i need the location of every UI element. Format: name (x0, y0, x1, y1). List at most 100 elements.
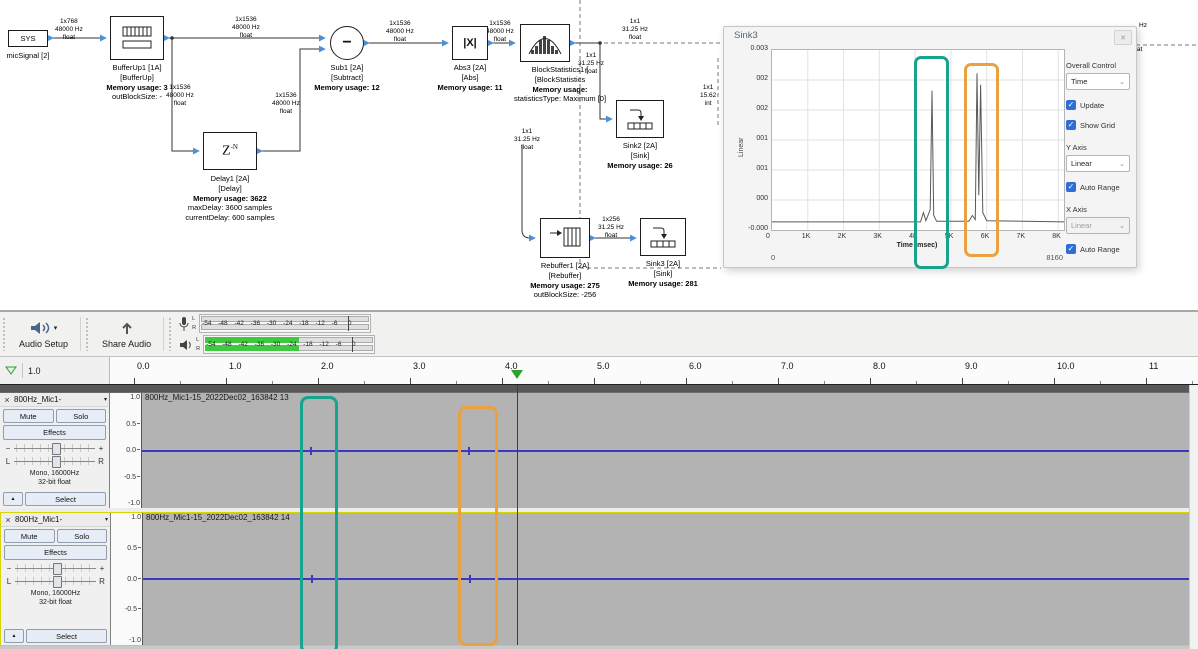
recording-meter-bars[interactable]: -54-48-42-36-30-24-18-12-60 (199, 314, 371, 333)
delay-block[interactable]: Z-N (203, 132, 257, 170)
playback-meter-bars[interactable]: -54-48-42-36-30-24-18-12-60 (203, 335, 375, 354)
checkbox-checked-icon: ✓ (1066, 244, 1076, 254)
sink3-block[interactable] (640, 218, 686, 256)
x-auto-range-checkbox[interactable]: ✓ Auto Range (1066, 244, 1130, 254)
x-axis-section-label: X Axis (1066, 205, 1130, 214)
toolbar-grip[interactable] (168, 317, 173, 351)
track-format-info: Mono, 16000Hz 32-bit float (0, 469, 109, 488)
gain-plus-label: + (98, 444, 104, 453)
x-scale-select[interactable]: Linear ⌄ (1066, 217, 1130, 234)
bufferup-icon (120, 24, 154, 52)
timeline-left-label: 1.0 (28, 366, 41, 376)
gain-slider-thumb[interactable] (52, 443, 61, 455)
toolbar-grip[interactable] (2, 317, 7, 351)
toolbar-grip[interactable] (85, 317, 90, 351)
meter-scale-label: -42 (238, 341, 247, 348)
show-grid-checkbox[interactable]: ✓ Show Grid (1066, 120, 1130, 130)
pan-slider[interactable]: L R (6, 576, 105, 586)
y-auto-range-checkbox[interactable]: ✓ Auto Range (1066, 182, 1130, 192)
pan-slider-thumb[interactable] (52, 456, 61, 468)
effects-button[interactable]: Effects (3, 425, 106, 440)
track-name[interactable]: 800Hz_Mic1- (14, 395, 102, 404)
timeline-second-label: 3.0 (413, 361, 426, 371)
rebuffer-icon (547, 224, 583, 252)
playback-meter[interactable]: LR -54-48-42-36-30-24-18-12-60 (179, 335, 375, 354)
share-audio-button[interactable]: Share Audio (92, 312, 161, 356)
abs-icon: |X| (463, 37, 477, 49)
meter-toolbars: LR -54-48-42-36-30-24-18-12-60 LR (175, 312, 379, 356)
timeline-left-cell: 1.0 (0, 357, 110, 384)
collapse-button[interactable]: ▲ (3, 492, 23, 506)
track-menu-caret-icon[interactable]: ▾ (104, 396, 107, 403)
gain-slider-thumb[interactable] (53, 563, 62, 575)
track-format-info: Mono, 16000Hz 32-bit float (1, 589, 110, 608)
track-1: × 800Hz_Mic1- ▾ Mute Solo Effects − + (0, 392, 1198, 508)
recording-meter[interactable]: LR -54-48-42-36-30-24-18-12-60 (179, 314, 375, 333)
time-mode-value: Time (1071, 77, 1087, 86)
screen: SYS Z-N − |X| (0, 0, 1198, 649)
chevron-down-icon: ⌄ (1119, 222, 1125, 230)
pan-slider[interactable]: L R (5, 456, 104, 466)
sink3-plot-window[interactable]: Sink3 ✕ Linear Time (msec) 0 8160 Overal… (723, 26, 1137, 268)
solo-button[interactable]: Solo (57, 529, 108, 543)
wire-label: 1x153648000 Hzfloat (232, 16, 260, 40)
collapse-button[interactable]: ▲ (4, 629, 24, 643)
vertical-scale[interactable]: 1.0 0.5 0.0 -0.5 -1.0 (110, 393, 142, 508)
blockstatistics-block[interactable] (520, 24, 570, 62)
y-scale-select[interactable]: Linear ⌄ (1066, 155, 1130, 172)
sys-block[interactable]: SYS (8, 30, 48, 47)
meter-scale-label: -18 (299, 320, 308, 327)
gain-minus-label: − (6, 564, 12, 573)
track-close-button[interactable]: × (2, 395, 12, 405)
timeline-ruler[interactable]: 0.01.02.03.04.05.06.07.08.09.010.011 (110, 357, 1198, 384)
track-titlebar[interactable]: × 800Hz_Mic1- ▾ (0, 393, 109, 407)
teal-highlight-box (300, 396, 338, 649)
plot-x-tick-label: 2K (838, 233, 847, 240)
mute-button[interactable]: Mute (3, 409, 54, 423)
loop-triangle-icon[interactable] (5, 366, 17, 375)
plot-x-tick-label: 0 (766, 233, 770, 240)
track-name[interactable]: 800Hz_Mic1- (15, 515, 103, 524)
vertical-scrollbar[interactable] (1189, 385, 1198, 649)
x-auto-range-label: Auto Range (1080, 245, 1120, 254)
solo-button[interactable]: Solo (56, 409, 107, 423)
effects-button[interactable]: Effects (4, 545, 107, 560)
sink-icon (624, 106, 656, 132)
vertical-scale[interactable]: 1.0 0.5 0.0 -0.5 -1.0 (111, 513, 143, 645)
pan-slider-thumb[interactable] (53, 576, 62, 588)
update-checkbox[interactable]: ✓ Update (1066, 100, 1130, 110)
wire-label: 1x76848000 Hzfloat (55, 18, 83, 42)
time-mode-select[interactable]: Time ⌄ (1066, 73, 1130, 90)
mute-button[interactable]: Mute (4, 529, 55, 543)
gain-slider[interactable]: − + (6, 563, 105, 573)
separator (22, 363, 23, 378)
timeline-second-label: 7.0 (781, 361, 794, 371)
track-close-button[interactable]: × (3, 515, 13, 525)
timeline-second-label: 5.0 (597, 361, 610, 371)
orange-highlight-box (964, 63, 999, 257)
select-button[interactable]: Select (25, 492, 106, 506)
meter-scale-label: -18 (303, 341, 312, 348)
playhead-triangle[interactable] (511, 370, 523, 379)
speaker-icon (179, 339, 193, 351)
select-button[interactable]: Select (26, 629, 107, 643)
close-button[interactable]: ✕ (1114, 30, 1132, 45)
track-menu-caret-icon[interactable]: ▾ (105, 516, 108, 523)
meter-scale-label: -24 (287, 341, 296, 348)
rebuffer-block[interactable] (540, 218, 590, 258)
meter-scale-label: -48 (218, 320, 227, 327)
bufferup-block[interactable] (110, 16, 164, 60)
audio-setup-button[interactable]: ▾ Audio Setup (9, 312, 78, 356)
sink2-block[interactable] (616, 100, 664, 138)
chevron-down-icon: ▾ (54, 324, 58, 332)
meter-scale-label: -24 (283, 320, 292, 327)
gain-slider[interactable]: − + (5, 443, 104, 453)
checkbox-checked-icon: ✓ (1066, 120, 1076, 130)
wire-label: 1x153648000 Hzfloat (486, 20, 514, 44)
abs-block[interactable]: |X| (452, 26, 488, 60)
subtract-block[interactable]: − (330, 26, 364, 60)
delay-symbol: Z-N (222, 143, 238, 160)
share-audio-label: Share Audio (102, 339, 151, 349)
track-titlebar[interactable]: × 800Hz_Mic1- ▾ (1, 513, 110, 527)
sink-icon (647, 224, 679, 250)
